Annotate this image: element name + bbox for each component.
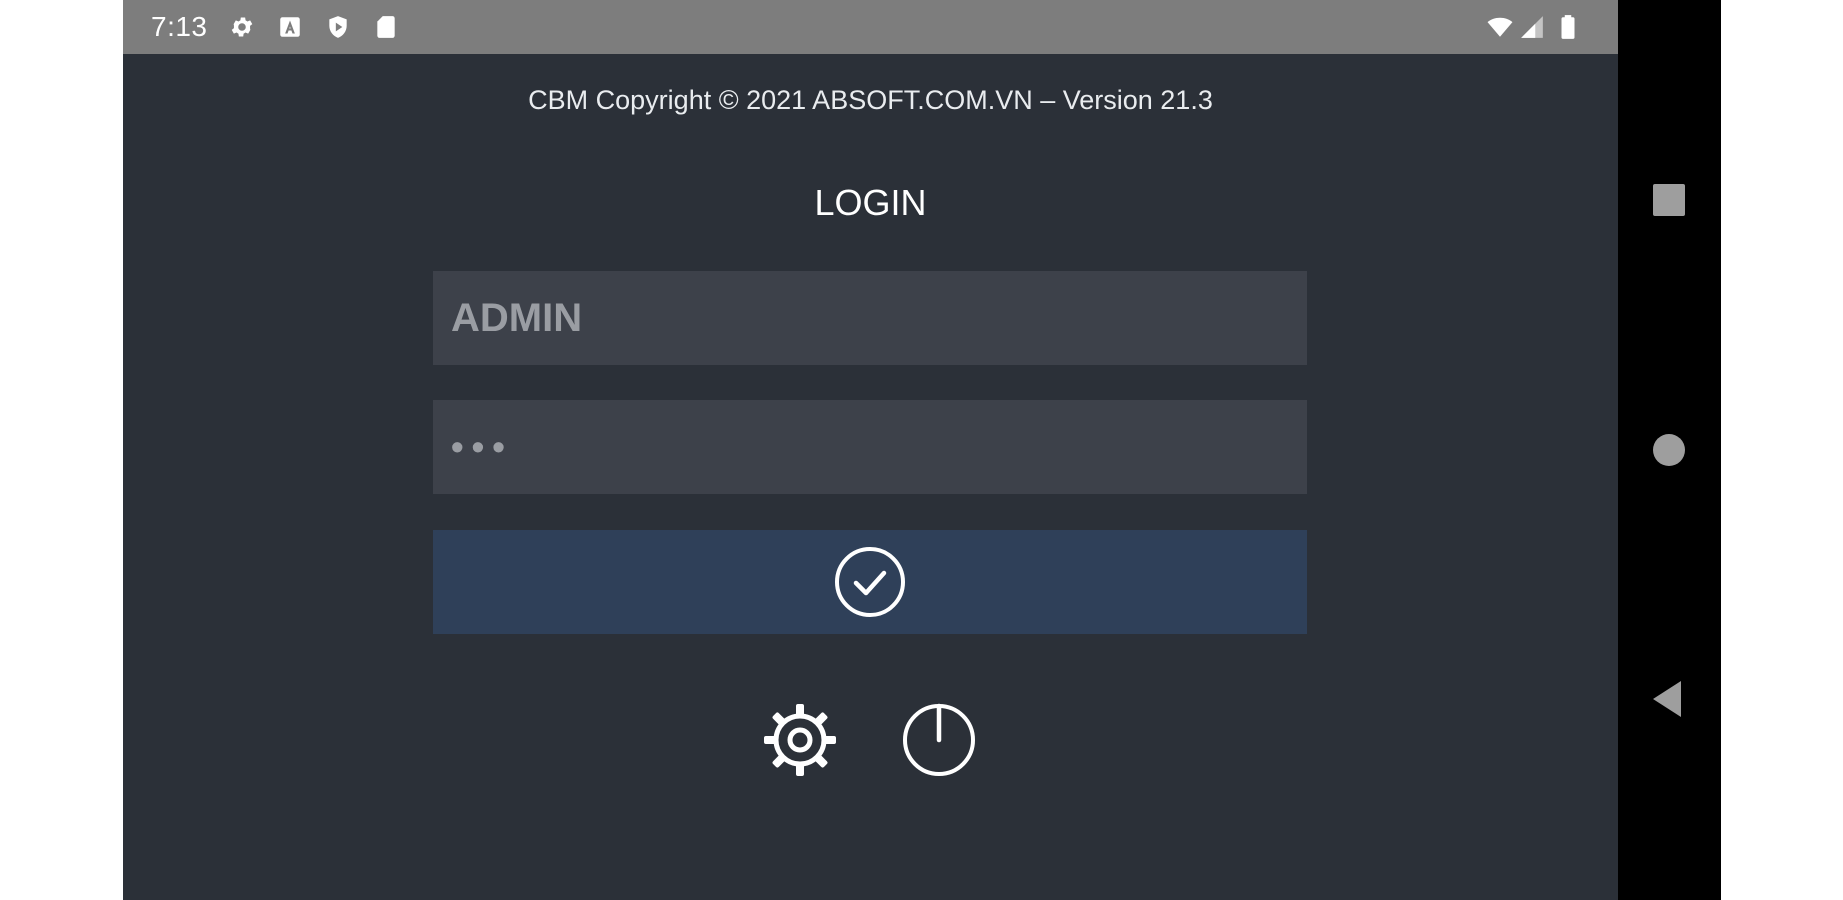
login-title: LOGIN bbox=[814, 182, 927, 223]
wifi-icon bbox=[1487, 14, 1513, 40]
settings-button[interactable] bbox=[762, 702, 838, 778]
settings-gear-icon bbox=[762, 702, 838, 778]
copyright-text: CBM Copyright © 2021 ABSOFT.COM.VN – Ver… bbox=[528, 85, 1213, 115]
recents-square-icon bbox=[1647, 178, 1691, 222]
back-triangle-icon bbox=[1647, 677, 1691, 721]
recents-button[interactable] bbox=[1647, 178, 1691, 222]
check-circle-icon bbox=[833, 545, 907, 619]
battery-icon bbox=[1555, 14, 1581, 40]
home-button[interactable] bbox=[1647, 428, 1691, 472]
a-box-icon bbox=[277, 14, 303, 40]
back-button[interactable] bbox=[1647, 677, 1691, 721]
navigation-bar bbox=[1618, 0, 1721, 900]
page: 7:13 CBM Copyright © 2021 ABSOFT.COM.VN … bbox=[0, 0, 1843, 900]
home-circle-icon bbox=[1647, 428, 1691, 472]
password-input[interactable] bbox=[433, 400, 1307, 494]
login-screen: CBM Copyright © 2021 ABSOFT.COM.VN – Ver… bbox=[123, 54, 1618, 900]
sd-card-icon bbox=[373, 14, 399, 40]
android-device-frame: 7:13 CBM Copyright © 2021 ABSOFT.COM.VN … bbox=[123, 0, 1721, 900]
username-input[interactable] bbox=[433, 271, 1307, 365]
power-button[interactable] bbox=[901, 702, 977, 778]
gear-icon bbox=[229, 14, 255, 40]
cell-signal-icon bbox=[1519, 14, 1545, 40]
shield-play-icon bbox=[325, 14, 351, 40]
login-button[interactable] bbox=[433, 530, 1307, 634]
power-icon bbox=[901, 702, 977, 778]
status-time: 7:13 bbox=[151, 11, 208, 42]
status-bar: 7:13 bbox=[123, 0, 1618, 54]
